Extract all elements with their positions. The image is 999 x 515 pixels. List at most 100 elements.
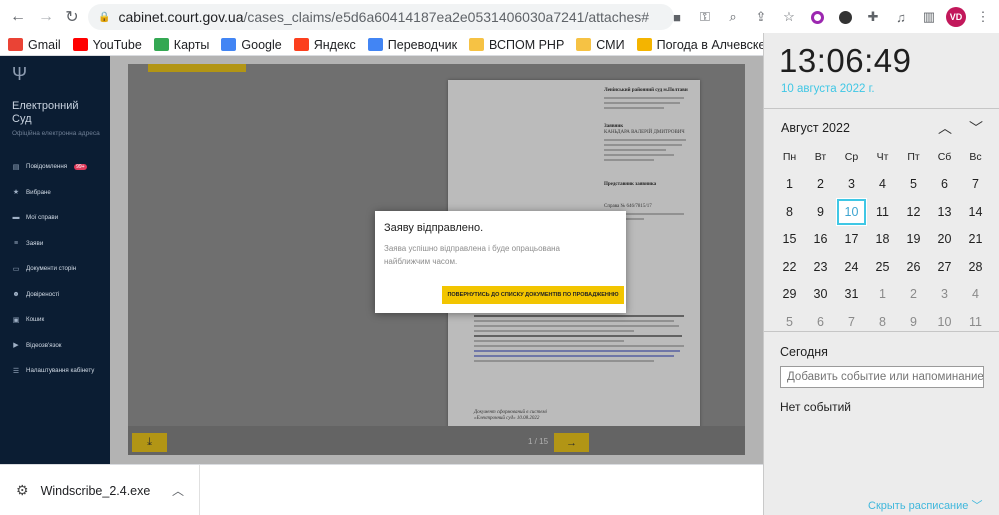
chevron-up-icon[interactable]: ︿: [172, 482, 184, 499]
calendar-day[interactable]: 9: [805, 198, 836, 226]
calendar-day[interactable]: 22: [774, 253, 805, 281]
sidebar-item[interactable]: ☰ Налаштування кабінету: [12, 358, 110, 384]
calendar-day[interactable]: 27: [929, 253, 960, 281]
sidebar-item[interactable]: ▭ Документи сторін: [12, 256, 110, 282]
camera-icon[interactable]: ■: [666, 6, 688, 28]
calendar-day[interactable]: 4: [960, 281, 991, 309]
maps-icon: [153, 38, 169, 51]
cart-icon: ▣: [12, 316, 20, 324]
menu-icon[interactable]: ⋮: [972, 6, 994, 28]
weekday-header: Пт: [907, 150, 920, 163]
calendar-day[interactable]: 17: [836, 226, 867, 254]
sidebar-item-label: Довіреності: [26, 290, 60, 298]
calendar-day[interactable]: 1: [774, 171, 805, 199]
calendar-day[interactable]: 11: [867, 198, 898, 226]
youtube-icon: [72, 38, 88, 51]
sidebar-item[interactable]: ☻ Довіреності: [12, 282, 110, 308]
bookmark-label: Google: [241, 37, 282, 52]
sidebar-item[interactable]: ★ Вибране: [12, 180, 110, 206]
settings-icon: ☰: [12, 367, 20, 375]
avatar[interactable]: VD: [946, 7, 966, 27]
calendar-day[interactable]: 2: [898, 281, 929, 309]
sidebar-item[interactable]: ▶ Відеозв'язок: [12, 333, 110, 359]
sidebar-item-label: Відеозв'язок: [26, 341, 62, 349]
calendar-day-today[interactable]: 10: [836, 198, 867, 226]
sidebar-item[interactable]: ▬ Мої справи: [12, 205, 110, 231]
calendar-day[interactable]: 19: [898, 226, 929, 254]
media-icon[interactable]: ♫: [890, 6, 912, 28]
calendar-day[interactable]: 8: [774, 198, 805, 226]
chevron-up-icon[interactable]: ︿: [938, 118, 952, 138]
site-sidebar: Ψ Електронний Суд Офіційна електронна ад…: [0, 56, 110, 464]
calendar-day[interactable]: 30: [805, 281, 836, 309]
windscribe-icon[interactable]: [834, 6, 856, 28]
sidebar-item[interactable]: ≡ Заяви: [12, 231, 110, 257]
calendar-day[interactable]: 24: [836, 253, 867, 281]
google-icon: [221, 38, 237, 51]
sidebar-item[interactable]: ▣ Кошик: [12, 307, 110, 333]
download-item[interactable]: ⚙ Windscribe_2.4.exe: [0, 465, 200, 515]
calendar-day[interactable]: 2: [805, 171, 836, 199]
forward-icon[interactable]: →: [34, 5, 58, 29]
bookmark-item[interactable]: YouTube: [72, 38, 142, 52]
key-icon[interactable]: ⚿: [694, 6, 716, 28]
bookmark-item[interactable]: Погода в Алчевске: [636, 37, 766, 52]
calendar-day[interactable]: 26: [898, 253, 929, 281]
calendar-day[interactable]: 14: [960, 198, 991, 226]
calendar-day[interactable]: 6: [929, 171, 960, 199]
calendar-day[interactable]: 20: [929, 226, 960, 254]
calendar-day[interactable]: 1: [867, 281, 898, 309]
chevron-down-icon[interactable]: ﹀: [969, 118, 983, 138]
clock-date[interactable]: 10 августа 2022 г.: [781, 83, 875, 95]
weekday-header: Сб: [937, 150, 952, 163]
bookmark-item[interactable]: Google: [221, 37, 282, 52]
sidebar-item-label: Кошик: [26, 316, 45, 324]
bookmark-item[interactable]: Переводчик: [367, 38, 457, 52]
download-filename: Windscribe_2.4.exe: [40, 483, 151, 498]
calendar-day[interactable]: 25: [867, 253, 898, 281]
back-icon[interactable]: ←: [6, 5, 30, 29]
star-icon[interactable]: ☆: [778, 6, 800, 28]
bookmark-item[interactable]: Яндекс: [293, 38, 356, 52]
hide-schedule-label: Скрыть расписание: [868, 500, 969, 512]
calendar-day[interactable]: 31: [836, 281, 867, 309]
calendar-day[interactable]: 4: [867, 171, 898, 199]
calendar-day[interactable]: 13: [929, 198, 960, 226]
bookmark-item[interactable]: СМИ: [576, 37, 625, 52]
calendar-day[interactable]: 3: [836, 171, 867, 199]
calendar-day[interactable]: 16: [805, 226, 836, 254]
calendar-day[interactable]: 23: [805, 253, 836, 281]
calendar-day[interactable]: 3: [929, 281, 960, 309]
share-icon[interactable]: ⇪: [750, 6, 772, 28]
return-to-documents-button[interactable]: ПОВЕРНУТИСЬ ДО СПИСКУ ДОКУМЕНТІВ ПО ПРОВ…: [442, 286, 624, 304]
calendar-day[interactable]: 21: [960, 226, 991, 254]
bookmark-item[interactable]: ВСПОМ РНР: [469, 38, 564, 52]
bookmark-label: Погода в Алчевске: [656, 37, 766, 52]
calendar-day[interactable]: 28: [960, 253, 991, 281]
zoom-icon[interactable]: ⌕: [722, 6, 744, 28]
calendar-day[interactable]: 7: [960, 171, 991, 199]
bookmark-label: Карты: [173, 37, 210, 52]
bookmark-item[interactable]: Gmail: [8, 38, 61, 52]
add-event-input[interactable]: [780, 366, 984, 388]
calendar-day[interactable]: 18: [867, 226, 898, 254]
list-icon: ≡: [13, 239, 19, 247]
calendar-day[interactable]: 15: [774, 226, 805, 254]
clock-calendar-flyout: 13:06:49 10 августа 2022 г. Август 2022 …: [763, 33, 999, 515]
extensions-icon[interactable]: ✚: [862, 6, 884, 28]
calendar-month[interactable]: Август 2022: [781, 121, 850, 135]
sidepanel-icon[interactable]: ▥: [918, 6, 940, 28]
bookmark-item[interactable]: Карты: [153, 37, 210, 52]
color-extension-icon[interactable]: [806, 6, 828, 28]
weekday-header: Вт: [814, 150, 827, 163]
chevron-down-icon: ﹀: [971, 500, 983, 512]
calendar-day[interactable]: 5: [898, 171, 929, 199]
sidebar-item[interactable]: ▤ Повідомлення 99+: [12, 154, 110, 180]
reload-icon[interactable]: ↻: [60, 5, 84, 29]
calendar-day[interactable]: 12: [898, 198, 929, 226]
download-bar: ⚙ Windscribe_2.4.exe ︿: [0, 464, 763, 515]
calendar-day[interactable]: 29: [774, 281, 805, 309]
hide-schedule-link[interactable]: Скрыть расписание ﹀: [868, 497, 982, 513]
bookmark-label: СМИ: [596, 37, 625, 52]
address-bar[interactable]: 🔒 cabinet.court.gov.ua/cases_claims/e5d6…: [88, 4, 674, 30]
